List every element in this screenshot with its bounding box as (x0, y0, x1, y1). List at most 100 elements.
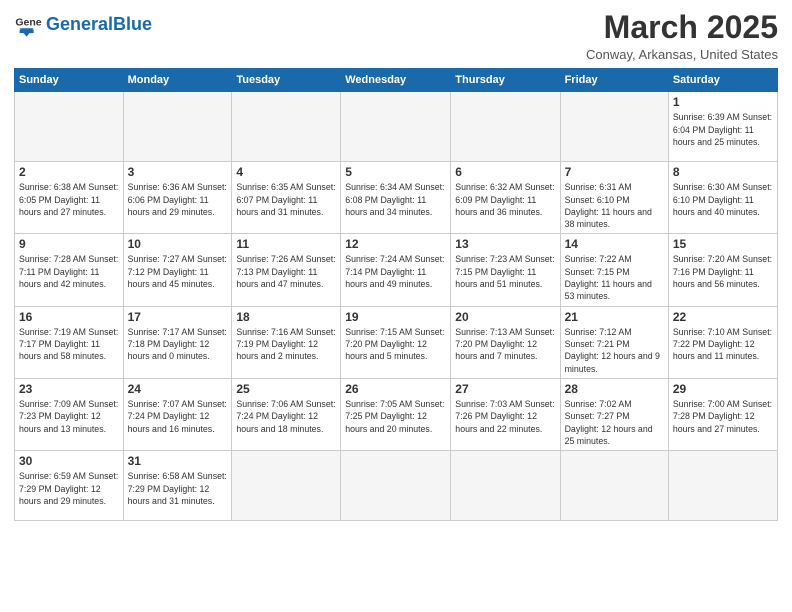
day-info: Sunrise: 7:10 AM Sunset: 7:22 PM Dayligh… (673, 326, 773, 363)
table-row: 4 Sunrise: 6:35 AM Sunset: 6:07 PM Daylig… (232, 162, 341, 234)
day-number: 22 (673, 310, 773, 324)
day-info: Sunrise: 7:27 AM Sunset: 7:12 PM Dayligh… (128, 253, 228, 290)
day-number: 20 (455, 310, 555, 324)
day-number: 4 (236, 165, 336, 179)
table-row: 31 Sunrise: 6:58 AM Sunset: 7:29 PM Dayli… (123, 451, 232, 521)
day-number: 26 (345, 382, 446, 396)
table-row: 7 Sunrise: 6:31 AM Sunset: 6:10 PM Daylig… (560, 162, 668, 234)
table-row (560, 92, 668, 162)
day-number: 11 (236, 237, 336, 251)
day-number: 15 (673, 237, 773, 251)
table-row: 16 Sunrise: 7:19 AM Sunset: 7:17 PM Dayli… (15, 306, 124, 378)
day-info: Sunrise: 6:59 AM Sunset: 7:29 PM Dayligh… (19, 470, 119, 507)
day-info: Sunrise: 7:23 AM Sunset: 7:15 PM Dayligh… (455, 253, 555, 290)
day-number: 27 (455, 382, 555, 396)
table-row (232, 92, 341, 162)
logo-blue: Blue (113, 14, 152, 34)
day-info: Sunrise: 7:00 AM Sunset: 7:28 PM Dayligh… (673, 398, 773, 435)
day-info: Sunrise: 7:02 AM Sunset: 7:27 PM Dayligh… (565, 398, 664, 447)
day-number: 16 (19, 310, 119, 324)
table-row: 6 Sunrise: 6:32 AM Sunset: 6:09 PM Daylig… (451, 162, 560, 234)
day-info: Sunrise: 7:26 AM Sunset: 7:13 PM Dayligh… (236, 253, 336, 290)
day-number: 30 (19, 454, 119, 468)
day-info: Sunrise: 6:32 AM Sunset: 6:09 PM Dayligh… (455, 181, 555, 218)
header-wednesday: Wednesday (341, 69, 451, 92)
table-row: 24Sunrise: 7:07 AM Sunset: 7:24 PM Dayli… (123, 378, 232, 450)
logo: General GeneralBlue (14, 10, 152, 38)
day-number: 5 (345, 165, 446, 179)
table-row (341, 92, 451, 162)
table-row: 29Sunrise: 7:00 AM Sunset: 7:28 PM Dayli… (668, 378, 777, 450)
day-number: 7 (565, 165, 664, 179)
day-info: Sunrise: 7:03 AM Sunset: 7:26 PM Dayligh… (455, 398, 555, 435)
day-info: Sunrise: 6:39 AM Sunset: 6:04 PM Dayligh… (673, 111, 773, 148)
day-number: 23 (19, 382, 119, 396)
day-number: 3 (128, 165, 228, 179)
day-info: Sunrise: 6:35 AM Sunset: 6:07 PM Dayligh… (236, 181, 336, 218)
day-number: 14 (565, 237, 664, 251)
header-saturday: Saturday (668, 69, 777, 92)
table-row: 15 Sunrise: 7:20 AM Sunset: 7:16 PM Dayli… (668, 234, 777, 306)
table-row: 2Sunrise: 6:38 AM Sunset: 6:05 PM Daylig… (15, 162, 124, 234)
day-number: 6 (455, 165, 555, 179)
generalblue-logo-icon: General (14, 10, 42, 38)
table-row (560, 451, 668, 521)
day-info: Sunrise: 7:15 AM Sunset: 7:20 PM Dayligh… (345, 326, 446, 363)
day-info: Sunrise: 7:07 AM Sunset: 7:24 PM Dayligh… (128, 398, 228, 435)
month-title: March 2025 (586, 10, 778, 45)
day-number: 10 (128, 237, 228, 251)
table-row: 26 Sunrise: 7:05 AM Sunset: 7:25 PM Dayli… (341, 378, 451, 450)
day-info: Sunrise: 7:16 AM Sunset: 7:19 PM Dayligh… (236, 326, 336, 363)
table-row: 10 Sunrise: 7:27 AM Sunset: 7:12 PM Dayli… (123, 234, 232, 306)
day-info: Sunrise: 6:58 AM Sunset: 7:29 PM Dayligh… (128, 470, 228, 507)
table-row: 22 Sunrise: 7:10 AM Sunset: 7:22 PM Dayli… (668, 306, 777, 378)
table-row: 25Sunrise: 7:06 AM Sunset: 7:24 PM Dayli… (232, 378, 341, 450)
day-info: Sunrise: 7:06 AM Sunset: 7:24 PM Dayligh… (236, 398, 336, 435)
day-info: Sunrise: 7:28 AM Sunset: 7:11 PM Dayligh… (19, 253, 119, 290)
table-row: 21Sunrise: 7:12 AM Sunset: 7:21 PM Dayli… (560, 306, 668, 378)
day-number: 28 (565, 382, 664, 396)
logo-text: GeneralBlue (46, 15, 152, 33)
day-info: Sunrise: 7:05 AM Sunset: 7:25 PM Dayligh… (345, 398, 446, 435)
header-friday: Friday (560, 69, 668, 92)
day-number: 31 (128, 454, 228, 468)
table-row: 11 Sunrise: 7:26 AM Sunset: 7:13 PM Dayli… (232, 234, 341, 306)
svg-text:General: General (15, 16, 42, 28)
day-info: Sunrise: 7:09 AM Sunset: 7:23 PM Dayligh… (19, 398, 119, 435)
header-thursday: Thursday (451, 69, 560, 92)
day-info: Sunrise: 7:22 AM Sunset: 7:15 PM Dayligh… (565, 253, 664, 302)
table-row: 19Sunrise: 7:15 AM Sunset: 7:20 PM Dayli… (341, 306, 451, 378)
day-info: Sunrise: 6:30 AM Sunset: 6:10 PM Dayligh… (673, 181, 773, 218)
location-title: Conway, Arkansas, United States (586, 47, 778, 62)
day-info: Sunrise: 7:19 AM Sunset: 7:17 PM Dayligh… (19, 326, 119, 363)
table-row: 14 Sunrise: 7:22 AM Sunset: 7:15 PM Dayli… (560, 234, 668, 306)
day-number: 18 (236, 310, 336, 324)
table-row: 27 Sunrise: 7:03 AM Sunset: 7:26 PM Dayli… (451, 378, 560, 450)
day-info: Sunrise: 6:31 AM Sunset: 6:10 PM Dayligh… (565, 181, 664, 230)
header-area: General GeneralBlue March 2025 Conway, A… (14, 10, 778, 62)
day-number: 17 (128, 310, 228, 324)
day-info: Sunrise: 7:20 AM Sunset: 7:16 PM Dayligh… (673, 253, 773, 290)
table-row: 18 Sunrise: 7:16 AM Sunset: 7:19 PM Dayli… (232, 306, 341, 378)
table-row (341, 451, 451, 521)
logo-general: General (46, 14, 113, 34)
table-row: 17Sunrise: 7:17 AM Sunset: 7:18 PM Dayli… (123, 306, 232, 378)
table-row: 8 Sunrise: 6:30 AM Sunset: 6:10 PM Daylig… (668, 162, 777, 234)
day-info: Sunrise: 7:12 AM Sunset: 7:21 PM Dayligh… (565, 326, 664, 375)
day-info: Sunrise: 7:13 AM Sunset: 7:20 PM Dayligh… (455, 326, 555, 363)
table-row (451, 92, 560, 162)
table-row: 5Sunrise: 6:34 AM Sunset: 6:08 PM Daylig… (341, 162, 451, 234)
day-info: Sunrise: 7:24 AM Sunset: 7:14 PM Dayligh… (345, 253, 446, 290)
table-row: 13Sunrise: 7:23 AM Sunset: 7:15 PM Dayli… (451, 234, 560, 306)
table-row: 1Sunrise: 6:39 AM Sunset: 6:04 PM Daylig… (668, 92, 777, 162)
header-monday: Monday (123, 69, 232, 92)
table-row: 30 Sunrise: 6:59 AM Sunset: 7:29 PM Dayli… (15, 451, 124, 521)
header-tuesday: Tuesday (232, 69, 341, 92)
day-number: 2 (19, 165, 119, 179)
day-number: 9 (19, 237, 119, 251)
table-row: 3Sunrise: 6:36 AM Sunset: 6:06 PM Daylig… (123, 162, 232, 234)
title-area: March 2025 Conway, Arkansas, United Stat… (586, 10, 778, 62)
table-row (668, 451, 777, 521)
table-row: 23 Sunrise: 7:09 AM Sunset: 7:23 PM Dayli… (15, 378, 124, 450)
day-number: 8 (673, 165, 773, 179)
